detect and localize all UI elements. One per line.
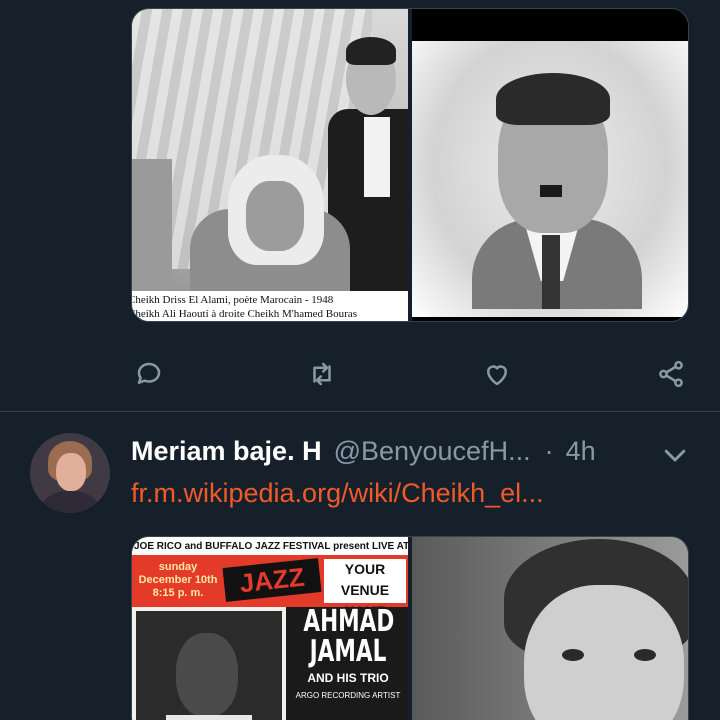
poster-face [176,633,238,717]
poster-photo [136,611,282,720]
figure-right-collar [364,117,390,197]
chevron-down-icon [664,449,686,462]
woman-eye-left [562,649,584,661]
author-handle[interactable]: @BenyoucefH... [334,436,531,467]
poster-artist-line-2: JAMAL [309,634,387,669]
tweet-link[interactable]: fr.m.wikipedia.org/wiki/Cheikh_el... [131,478,544,509]
tweet1-action-bar [131,352,691,392]
author-name[interactable]: Meriam baje. H [131,436,322,467]
poster-label: ARGO RECORDING ARTIST [295,691,401,700]
tweet-timestamp[interactable]: 4h [566,436,596,467]
share-icon [659,360,683,388]
tweet1-image-1[interactable]: Cheikh Driss El Alami, poète Marocain - … [132,9,408,321]
portrait-mustache [540,185,562,197]
figure-left [132,159,172,309]
poster-header: JOE RICO and BUFFALO JAZZ FESTIVAL prese… [132,537,408,555]
poster-venue: YOUR VENUE NAME HERE [324,559,406,640]
poster-collar [166,715,252,720]
share-button[interactable] [653,356,689,392]
poster-date-block: sunday December 10th 8:15 p. m. [136,561,220,600]
woman-face [524,585,684,720]
header-separator: · [544,436,554,466]
poster-day: sunday [158,561,198,573]
retweet-button[interactable] [304,356,340,392]
tweet2-header: Meriam baje. H @BenyoucefH... · 4h [131,436,596,470]
woman-eye-right [634,649,656,661]
tweet2-media-grid: JOE RICO and BUFFALO JAZZ FESTIVAL prese… [131,536,689,720]
poster-artist: AHMAD JAMAL [303,604,395,669]
more-options-button[interactable] [660,440,690,470]
like-button[interactable] [479,356,515,392]
poster-time: 8:15 p. m. [152,587,204,599]
photo-caption-line-2: Cheikh Ali Haouti à droite Cheikh M'hame… [132,308,357,320]
tweet1-image-2[interactable] [412,9,688,321]
avatar-shoulders [36,491,104,513]
poster-date: December 10th [138,574,218,586]
retweet-icon [313,362,331,386]
poster-trio: AND HIS TRIO [307,671,389,685]
reply-icon [137,362,161,384]
like-icon [487,365,507,386]
tweet-divider [0,411,720,412]
avatar-face [56,453,86,491]
figure-right-hair [346,37,396,65]
portrait-hair [496,73,610,125]
tweet2-image-1[interactable]: JOE RICO and BUFFALO JAZZ FESTIVAL prese… [132,537,408,720]
photo-caption-line-1: Cheikh Driss El Alami, poète Marocain - … [132,294,334,306]
tweet2-image-2[interactable] [412,537,688,720]
photo-caption: Cheikh Driss El Alami, poète Marocain - … [132,291,408,321]
tweet1-media-grid: Cheikh Driss El Alami, poète Marocain - … [131,8,689,322]
reply-button[interactable] [131,356,167,392]
sheikh-face [246,181,304,251]
avatar[interactable] [30,433,110,513]
portrait-tie [542,235,560,309]
poster-artist-line-1: AHMAD [303,604,395,639]
